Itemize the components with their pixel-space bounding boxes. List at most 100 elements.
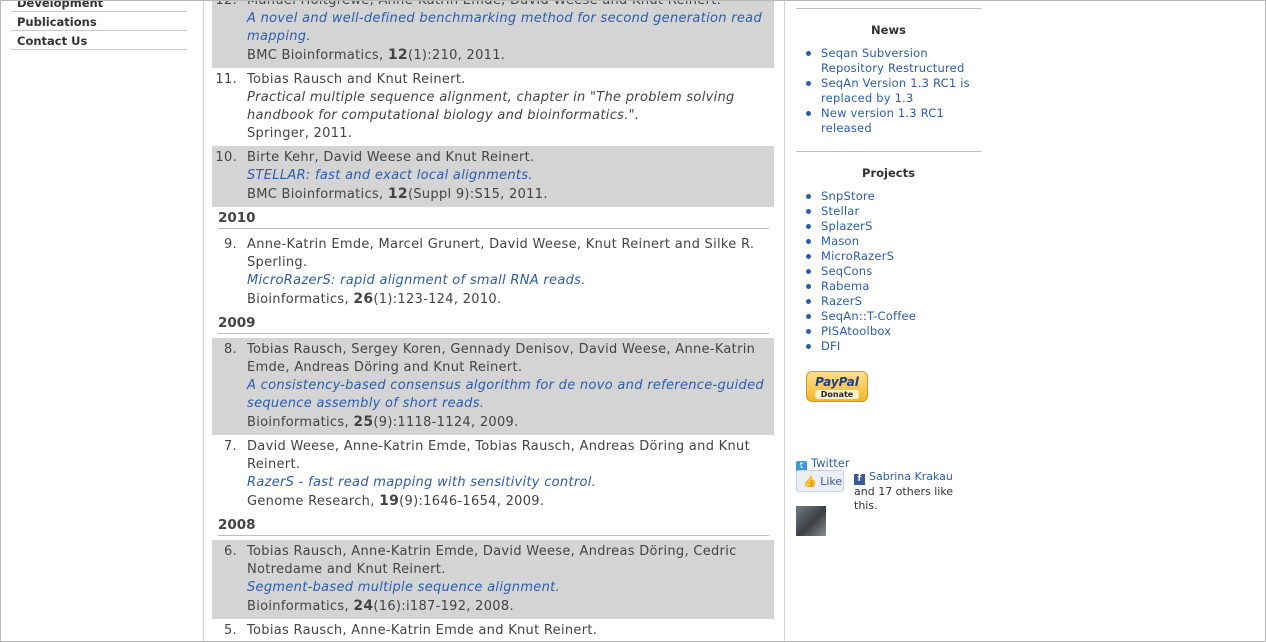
- entry-authors: Tobias Rausch, Anne-Katrin Emde and Knut…: [247, 623, 598, 638]
- projects-link[interactable]: MicroRazerS: [821, 249, 894, 263]
- projects-item: Stellar: [806, 204, 981, 219]
- entry-number: 7.: [223, 439, 237, 454]
- thumbs-up-icon: 👍: [803, 475, 817, 488]
- entry-details: (1):123-124, 2010.: [373, 292, 502, 307]
- entry-title-link[interactable]: RazerS - fast read mapping with sensitiv…: [247, 474, 764, 492]
- entry-journal: BMC Bioinformatics,: [247, 48, 384, 63]
- entry-citation: Bioinformatics, 26(1):123-124, 2010.: [247, 290, 764, 309]
- bullet-icon: [806, 344, 811, 349]
- entry-citation: Springer, 2011.: [247, 125, 764, 143]
- publication-entry: 8. Tobias Rausch, Sergey Koren, Gennady D…: [212, 338, 774, 435]
- projects-item: Mason: [806, 234, 981, 249]
- bullet-icon: [806, 209, 811, 214]
- news-item: New version 1.3 RC1 released: [806, 106, 981, 136]
- year-heading: 2010: [218, 210, 769, 229]
- entry-volume: 25: [353, 414, 374, 430]
- projects-item: SnpStore: [806, 189, 981, 204]
- news-title: News: [871, 23, 906, 37]
- entry-title-link[interactable]: Segment-based multiple sequence alignmen…: [247, 579, 764, 597]
- projects-link[interactable]: SnpStore: [821, 189, 875, 203]
- projects-link[interactable]: PISAtoolbox: [821, 324, 891, 338]
- entry-authors: Manuel Holtgrewe, Anne-Katrin Emde, Davi…: [247, 0, 722, 8]
- bullet-icon: [806, 194, 811, 199]
- projects-link[interactable]: SeqCons: [821, 264, 872, 278]
- paypal-logo: PayPal: [815, 375, 859, 389]
- left-nav: Development Publications Contact Us: [11, 1, 187, 50]
- bullet-icon: [806, 111, 811, 116]
- publication-entry: 9. Anne-Katrin Emde, Marcel Grunert, Davi…: [212, 233, 774, 312]
- entry-number: 5.: [223, 623, 237, 638]
- projects-link[interactable]: Mason: [821, 234, 859, 248]
- projects-link[interactable]: DFI: [821, 339, 840, 353]
- liker-name-link[interactable]: Sabrina Krakau: [869, 470, 953, 483]
- entry-volume: 12: [387, 186, 408, 202]
- column-divider: [784, 1, 785, 641]
- entry-authors: David Weese, Anne-Katrin Emde, Tobias Ra…: [247, 439, 750, 472]
- publication-entry: 10. Birte Kehr, David Weese and Knut Rein…: [212, 146, 774, 207]
- entry-number: 8.: [223, 342, 237, 357]
- entry-volume: 19: [379, 493, 400, 509]
- entry-citation: BMC Bioinformatics, 12(1):210, 2011.: [247, 46, 764, 65]
- page-frame: Development Publications Contact Us 12. Man…: [0, 0, 1266, 642]
- twitter-label: Twitter: [811, 456, 850, 470]
- news-link[interactable]: Seqan Subversion Repository Restructured: [821, 46, 964, 75]
- entry-journal: Bioinformatics,: [247, 292, 349, 307]
- projects-link[interactable]: SplazerS: [821, 219, 873, 233]
- entry-title-link[interactable]: STELLAR: fast and exact local alignments…: [247, 167, 764, 185]
- entry-journal: BMC Bioinformatics,: [247, 187, 384, 202]
- entry-details: (9):1646-1654, 2009.: [399, 494, 545, 509]
- facebook-like-button[interactable]: 👍 Like: [796, 470, 844, 492]
- entry-citation: BMC Bioinformatics, 12(Suppl 9):S15, 201…: [247, 185, 764, 204]
- entry-authors: Tobias Rausch, Sergey Koren, Gennady Den…: [247, 342, 756, 375]
- projects-link[interactable]: Rabema: [821, 279, 870, 293]
- projects-item: SeqAn::T-Coffee: [806, 309, 981, 324]
- entry-volume: 24: [353, 598, 374, 614]
- entry-journal: Bioinformatics,: [247, 415, 349, 430]
- entry-number: 11.: [215, 72, 237, 87]
- bullet-icon: [806, 239, 811, 244]
- nav-item-development[interactable]: Development: [11, 1, 187, 12]
- avatar[interactable]: [796, 506, 826, 536]
- entry-citation: Bioinformatics, 25(9):1118-1124, 2009.: [247, 413, 764, 432]
- entry-title-link[interactable]: A novel and well-defined benchmarking me…: [247, 10, 764, 46]
- projects-link[interactable]: RazerS: [821, 294, 862, 308]
- entry-authors: Tobias Rausch and Knut Reinert.: [247, 72, 466, 87]
- publication-entry: 6. Tobias Rausch, Anne-Katrin Emde, David…: [212, 540, 774, 619]
- nav-item-publications[interactable]: Publications: [11, 12, 187, 31]
- projects-item: PISAtoolbox: [806, 324, 981, 339]
- year-heading: 2008: [218, 517, 769, 536]
- paypal-donate-button[interactable]: PayPal Donate: [806, 371, 868, 402]
- bullet-icon: [806, 224, 811, 229]
- right-sidebar: News Seqan Subversion Repository Restruc…: [796, 1, 981, 536]
- like-rest-text: and 17 others like this.: [854, 485, 954, 512]
- entry-authors: Tobias Rausch, Anne-Katrin Emde, David W…: [247, 544, 737, 577]
- entry-citation: Bioinformatics, 24(16):i187-192, 2008.: [247, 597, 764, 616]
- entry-journal: Bioinformatics,: [247, 599, 349, 614]
- nav-item-contact-us[interactable]: Contact Us: [11, 31, 187, 50]
- year-heading: 2009: [218, 315, 769, 334]
- projects-link[interactable]: SeqAn::T-Coffee: [821, 309, 916, 323]
- entry-volume: 12: [387, 47, 408, 63]
- divider: [796, 8, 981, 9]
- bullet-icon: [806, 254, 811, 259]
- bullet-icon: [806, 329, 811, 334]
- news-list: Seqan Subversion Repository Restructured…: [796, 46, 981, 136]
- projects-list: SnpStore Stellar SplazerS Mason MicroRazerS S…: [796, 189, 981, 354]
- entry-journal: Genome Research,: [247, 494, 375, 509]
- entry-title-link[interactable]: MicroRazerS: rapid alignment of small RN…: [247, 272, 764, 290]
- divider: [796, 151, 981, 152]
- facebook-like-summary: f Sabrina Krakau and 17 others like this.: [854, 470, 974, 513]
- bullet-icon: [806, 269, 811, 274]
- like-label: Like: [820, 475, 843, 488]
- entry-title: Practical multiple sequence alignment, c…: [247, 90, 735, 123]
- projects-link[interactable]: Stellar: [821, 204, 859, 218]
- entry-details: (9):1118-1124, 2009.: [373, 415, 519, 430]
- donate-label: Donate: [815, 390, 859, 399]
- entry-citation: Genome Research, 19(9):1646-1654, 2009.: [247, 492, 764, 511]
- projects-title: Projects: [862, 166, 915, 180]
- entry-title-link[interactable]: A consistency-based consensus algorithm …: [247, 377, 764, 413]
- publication-entry: 12. Manuel Holtgrewe, Anne-Katrin Emde, D…: [212, 0, 774, 68]
- projects-item: SeqCons: [806, 264, 981, 279]
- news-link[interactable]: SeqAn Version 1.3 RC1 is replaced by 1.3: [821, 76, 970, 105]
- news-link[interactable]: New version 1.3 RC1 released: [821, 106, 944, 135]
